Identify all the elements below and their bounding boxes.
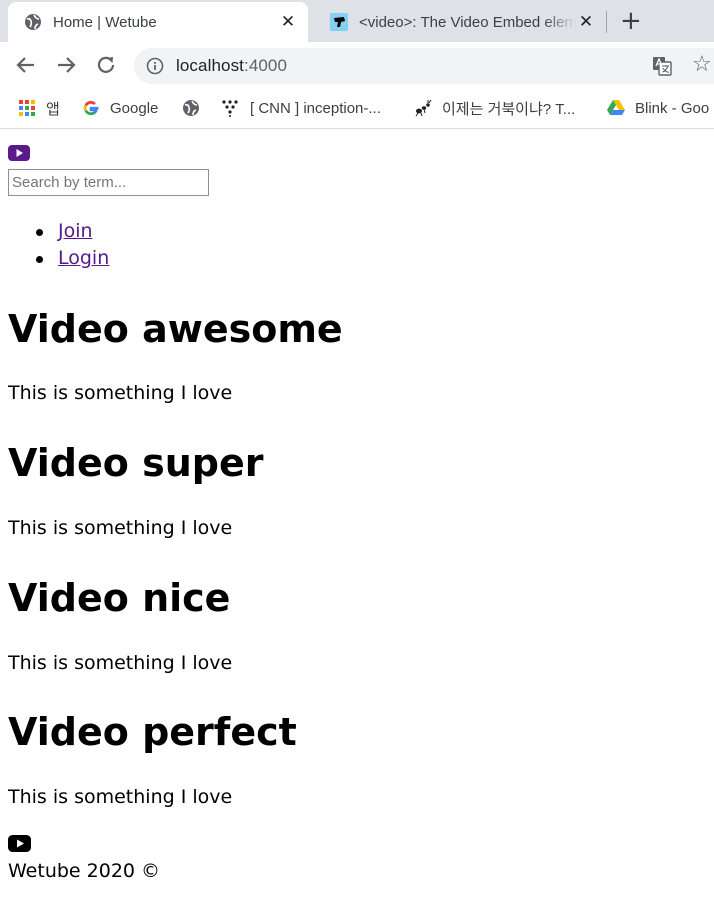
address-bar[interactable]: localhost:4000 ☆ <box>134 48 714 84</box>
video-description: This is something I love <box>8 517 233 539</box>
bookmark-star-icon[interactable]: ☆ <box>692 54 712 76</box>
header-nav: Join Login <box>8 218 109 272</box>
bookmark-google[interactable]: Google <box>82 97 158 119</box>
tab-separator <box>606 11 607 33</box>
search-input[interactable] <box>8 169 209 196</box>
nav-item-join: Join <box>35 218 109 245</box>
bookmark-turtle[interactable]: 이제는 거북이냐? T... <box>414 97 575 119</box>
nav-item-login: Login <box>35 245 109 272</box>
translate-icon[interactable] <box>652 56 672 76</box>
new-tab-icon[interactable]: + <box>620 7 642 35</box>
url-text[interactable]: localhost:4000 <box>176 56 287 76</box>
video-description: This is something I love <box>8 382 233 404</box>
ant-icon <box>415 99 432 117</box>
tab-title: Home | Wetube <box>53 13 157 31</box>
bookmark-globe[interactable] <box>182 97 210 119</box>
url-port: :4000 <box>244 56 288 75</box>
cnn-dots-icon <box>222 100 238 117</box>
login-link[interactable]: Login <box>58 247 109 269</box>
url-host: localhost <box>176 56 244 75</box>
mdn-dinosaur-icon <box>330 13 348 31</box>
site-info-icon[interactable] <box>146 57 164 75</box>
bookmarks-bar: 앱 Google [ CNN ] inception-... 이제는 거북이냐? <box>0 88 714 129</box>
video-description: This is something I love <box>8 652 233 674</box>
globe-icon <box>183 100 199 116</box>
google-icon <box>83 101 99 116</box>
join-link[interactable]: Join <box>58 220 93 242</box>
google-drive-icon <box>607 100 625 115</box>
video-title: Video awesome <box>8 307 343 351</box>
bookmark-label: Blink - Goo <box>635 99 710 117</box>
video-title: Video nice <box>8 576 231 620</box>
apps-grid-icon <box>19 100 35 116</box>
globe-icon <box>25 14 41 30</box>
bookmark-blink[interactable]: Blink - Goo <box>607 97 709 119</box>
bookmark-label: 이제는 거북이냐? T... <box>442 100 576 118</box>
youtube-footer-icon <box>8 835 31 852</box>
youtube-logo-icon[interactable] <box>8 145 30 161</box>
video-title: Video super <box>8 441 264 485</box>
bookmark-apps[interactable]: 앱 <box>18 97 60 119</box>
close-tab-icon[interactable]: ✕ <box>576 12 596 32</box>
bookmark-label: [ CNN ] inception-... <box>250 99 381 117</box>
tab-video-embed[interactable]: <video>: The Video Embed element ✕ <box>314 2 606 42</box>
tab-strip: Home | Wetube ✕ <video>: The Video Embed… <box>0 0 714 42</box>
close-tab-icon[interactable]: ✕ <box>278 12 298 32</box>
reload-icon[interactable] <box>94 53 118 77</box>
bookmark-label: 앱 <box>46 100 60 118</box>
video-description: This is something I love <box>8 786 233 808</box>
tab-home-wetube[interactable]: Home | Wetube ✕ <box>8 2 308 42</box>
footer-copyright: Wetube 2020 © <box>8 860 161 882</box>
back-arrow-icon[interactable] <box>14 53 38 77</box>
bookmark-cnn-inception[interactable]: [ CNN ] inception-... <box>222 97 381 119</box>
bookmark-label: Google <box>110 99 159 117</box>
forward-arrow-icon[interactable] <box>54 53 78 77</box>
browser-toolbar: localhost:4000 ☆ <box>0 42 714 88</box>
tab-title: <video>: The Video Embed element <box>359 13 576 31</box>
video-title: Video perfect <box>8 710 297 754</box>
